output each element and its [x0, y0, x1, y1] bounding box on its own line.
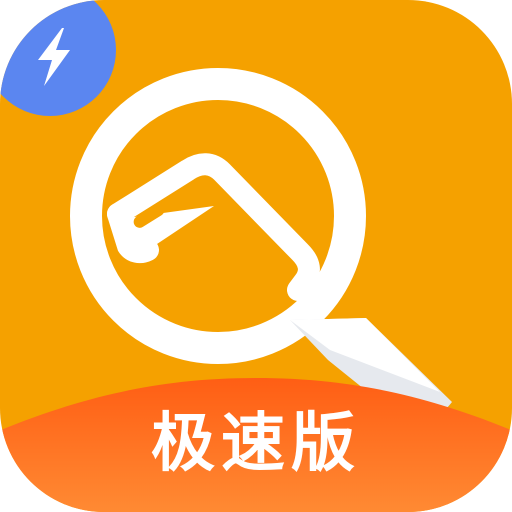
icon-caption-text: 极速版: [151, 407, 361, 481]
app-icon-canvas: 极速版: [0, 0, 512, 512]
